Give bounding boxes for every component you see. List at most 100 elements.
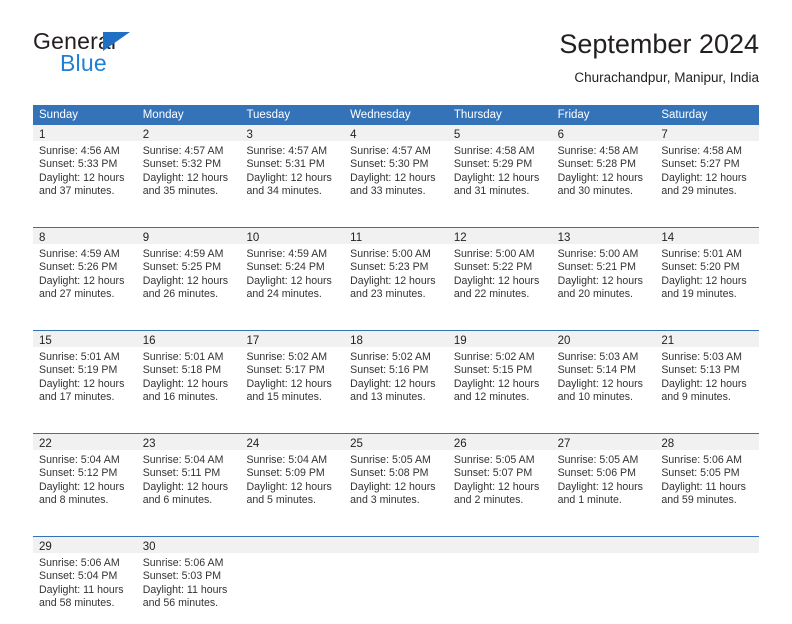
day-details: Sunrise: 4:58 AM Sunset: 5:29 PM Daylight:…: [448, 141, 552, 199]
day-details: Sunrise: 5:02 AM Sunset: 5:16 PM Daylight:…: [344, 347, 448, 405]
day-number-bar: 12: [447, 228, 552, 244]
sunrise-text: Sunrise: 5:05 AM: [453, 454, 535, 466]
sunrise-text: Sunrise: 4:59 AM: [39, 248, 120, 260]
day-cell[interactable]: 10 Sunrise: 4:59 AM Sunset: 5:24 PM Dayligh…: [240, 228, 345, 315]
day-cell[interactable]: 30 Sunrise: 5:06 AM Sunset: 5:03 PM Dayligh…: [136, 537, 241, 624]
day-cell[interactable]: 21 Sunrise: 5:03 AM Sunset: 5:13 PM Dayligh…: [655, 331, 760, 418]
day-cell[interactable]: 25 Sunrise: 5:05 AM Sunset: 5:08 PM Dayligh…: [344, 434, 448, 521]
day-number-bar: 3: [240, 125, 345, 141]
day-number-bar: 22: [33, 434, 137, 450]
day-cell[interactable]: 16 Sunrise: 5:01 AM Sunset: 5:18 PM Dayligh…: [136, 331, 241, 418]
logo-triangle-icon: [103, 32, 130, 51]
daylight-text-cont: and 6 minutes.: [142, 494, 213, 507]
sunrise-text: Sunrise: 5:03 AM: [661, 351, 742, 363]
day-number: 15: [39, 335, 52, 347]
day-cell[interactable]: 12 Sunrise: 5:00 AM Sunset: 5:22 PM Dayligh…: [447, 228, 552, 315]
week-cells: 22 Sunrise: 5:04 AM Sunset: 5:12 PM Dayligh…: [33, 434, 760, 521]
day-cell[interactable]: 29 Sunrise: 5:06 AM Sunset: 5:04 PM Dayligh…: [33, 537, 137, 624]
day-cell-empty: [655, 537, 760, 624]
day-number: 28: [661, 438, 675, 450]
daylight-text: Daylight: 12 hours: [39, 377, 125, 390]
daylight-text: Daylight: 12 hours: [557, 171, 643, 184]
sunrise-text: Sunrise: 4:57 AM: [246, 145, 328, 157]
day-cell[interactable]: 20 Sunrise: 5:03 AM Sunset: 5:14 PM Dayligh…: [551, 331, 656, 418]
daylight-text: Daylight: 12 hours: [350, 377, 436, 390]
daylight-text-cont: and 8 minutes.: [39, 494, 109, 507]
sunrise-text: Sunrise: 4:58 AM: [557, 145, 639, 157]
day-cell[interactable]: 27 Sunrise: 5:05 AM Sunset: 5:06 PM Dayligh…: [551, 434, 656, 521]
weekday-header-sunday: Sunday: [39, 109, 79, 121]
sunrise-text: Sunrise: 5:06 AM: [142, 557, 224, 569]
sunset-text: Sunset: 5:13 PM: [661, 364, 740, 377]
sunrise-text: Sunrise: 5:01 AM: [142, 351, 224, 363]
day-cell[interactable]: 15 Sunrise: 5:01 AM Sunset: 5:19 PM Dayligh…: [33, 331, 137, 418]
weekday-header-tuesday: Tuesday: [246, 109, 291, 121]
sunrise-text: Sunrise: 5:03 AM: [557, 351, 639, 363]
day-details: Sunrise: 5:06 AM Sunset: 5:04 PM Daylight:…: [33, 553, 137, 611]
sunset-text: Sunset: 5:20 PM: [661, 261, 740, 274]
day-cell[interactable]: 24 Sunrise: 5:04 AM Sunset: 5:09 PM Dayligh…: [240, 434, 345, 521]
sunrise-text: Sunrise: 4:58 AM: [453, 145, 535, 157]
day-number-bar: 5: [447, 125, 552, 141]
calendar-page: General Blue September 2024 Churachandpu…: [0, 0, 792, 624]
sunrise-text: Sunrise: 5:02 AM: [350, 351, 431, 363]
day-cell[interactable]: 7 Sunrise: 4:58 AM Sunset: 5:27 PM Daylight…: [655, 125, 760, 212]
daylight-text: Daylight: 12 hours: [142, 377, 229, 390]
day-cell[interactable]: 3 Sunrise: 4:57 AM Sunset: 5:31 PM Daylight…: [240, 125, 345, 212]
day-details: Sunrise: 5:04 AM Sunset: 5:12 PM Daylight:…: [33, 450, 137, 508]
day-cell[interactable]: 9 Sunrise: 4:59 AM Sunset: 5:25 PM Daylight…: [136, 228, 241, 315]
daylight-text-cont: and 35 minutes.: [142, 185, 219, 198]
day-cell[interactable]: 18 Sunrise: 5:02 AM Sunset: 5:16 PM Dayligh…: [344, 331, 448, 418]
day-number-bar: 10: [240, 228, 345, 244]
daylight-text-cont: and 22 minutes.: [453, 288, 530, 301]
day-details: Sunrise: 4:56 AM Sunset: 5:33 PM Daylight:…: [33, 141, 137, 199]
day-number: 27: [557, 438, 571, 450]
day-details: Sunrise: 5:01 AM Sunset: 5:20 PM Daylight:…: [655, 244, 759, 302]
day-cell[interactable]: 8 Sunrise: 4:59 AM Sunset: 5:26 PM Daylight…: [33, 228, 137, 315]
sunset-text: Sunset: 5:16 PM: [350, 364, 429, 377]
day-cell[interactable]: 4 Sunrise: 4:57 AM Sunset: 5:30 PM Daylight…: [344, 125, 448, 212]
day-cell[interactable]: 14 Sunrise: 5:01 AM Sunset: 5:20 PM Dayligh…: [655, 228, 760, 315]
daylight-text: Daylight: 12 hours: [453, 377, 540, 390]
weekday-header-thursday: Thursday: [453, 109, 502, 121]
day-cell[interactable]: 22 Sunrise: 5:04 AM Sunset: 5:12 PM Dayligh…: [33, 434, 137, 521]
daylight-text-cont: and 30 minutes.: [557, 185, 633, 198]
day-cell[interactable]: 13 Sunrise: 5:00 AM Sunset: 5:21 PM Dayligh…: [551, 228, 656, 315]
day-number: 16: [142, 335, 156, 347]
daylight-text-cont: and 2 minutes.: [453, 494, 524, 507]
day-cell[interactable]: 5 Sunrise: 4:58 AM Sunset: 5:29 PM Daylight…: [447, 125, 552, 212]
day-cell[interactable]: 17 Sunrise: 5:02 AM Sunset: 5:17 PM Dayligh…: [240, 331, 345, 418]
day-details: Sunrise: 5:04 AM Sunset: 5:09 PM Daylight:…: [240, 450, 344, 508]
daylight-text: Daylight: 12 hours: [453, 274, 540, 287]
day-number: 1: [39, 129, 46, 141]
week-cells: 8 Sunrise: 4:59 AM Sunset: 5:26 PM Daylight…: [33, 228, 760, 315]
sunset-text: Sunset: 5:08 PM: [350, 467, 429, 480]
day-number-bar: 26: [447, 434, 552, 450]
daylight-text: Daylight: 12 hours: [39, 171, 125, 184]
daylight-text: Daylight: 12 hours: [453, 480, 540, 493]
daylight-text-cont: and 20 minutes.: [557, 288, 633, 301]
day-cell[interactable]: 1 Sunrise: 4:56 AM Sunset: 5:33 PM Daylight…: [33, 125, 137, 212]
daylight-text: Daylight: 12 hours: [557, 274, 643, 287]
calendar-grid: Sunday Monday Tuesday Wednesday Thursday Frid…: [33, 105, 760, 624]
day-cell[interactable]: 19 Sunrise: 5:02 AM Sunset: 5:15 PM Dayligh…: [447, 331, 552, 418]
sunset-text: Sunset: 5:05 PM: [661, 467, 740, 480]
day-cell[interactable]: 23 Sunrise: 5:04 AM Sunset: 5:11 PM Dayligh…: [136, 434, 241, 521]
day-cell[interactable]: 11 Sunrise: 5:00 AM Sunset: 5:23 PM Dayligh…: [344, 228, 448, 315]
week-cells: 15 Sunrise: 5:01 AM Sunset: 5:19 PM Dayligh…: [33, 331, 760, 418]
daylight-text: Daylight: 12 hours: [350, 274, 436, 287]
daylight-text: Daylight: 12 hours: [246, 274, 332, 287]
day-number-bar: 15: [33, 331, 137, 347]
generalblue-logo[interactable]: General Blue: [33, 30, 263, 86]
day-cell[interactable]: 26 Sunrise: 5:05 AM Sunset: 5:07 PM Dayligh…: [447, 434, 552, 521]
day-cell[interactable]: 6 Sunrise: 4:58 AM Sunset: 5:28 PM Daylight…: [551, 125, 656, 212]
day-number-bar: [551, 537, 656, 553]
sunrise-text: Sunrise: 5:06 AM: [39, 557, 120, 569]
daylight-text: Daylight: 12 hours: [246, 480, 332, 493]
weekday-header-friday: Friday: [557, 109, 590, 121]
day-cell[interactable]: 2 Sunrise: 4:57 AM Sunset: 5:32 PM Daylight…: [136, 125, 241, 212]
day-number-bar: 23: [136, 434, 241, 450]
day-cell[interactable]: 28 Sunrise: 5:06 AM Sunset: 5:05 PM Dayligh…: [655, 434, 760, 521]
day-cell-empty: [551, 537, 656, 624]
day-details: [240, 553, 344, 557]
